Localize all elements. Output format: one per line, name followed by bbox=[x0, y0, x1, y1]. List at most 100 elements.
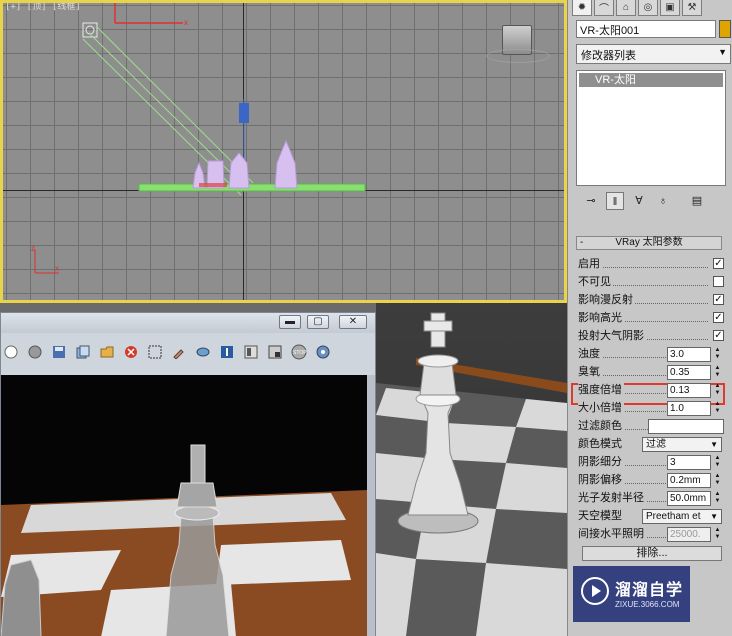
make-unique-icon[interactable]: ∀ bbox=[630, 192, 648, 210]
sky-model-dropdown[interactable]: Preetham et ▼ bbox=[642, 509, 722, 524]
rollout-header[interactable]: - VRay 太阳参数 bbox=[576, 236, 722, 250]
circle-white-icon[interactable] bbox=[1, 342, 21, 362]
render-window-scrollbar[interactable] bbox=[367, 375, 375, 636]
param-label: 影响漫反射 bbox=[578, 292, 635, 308]
invisible-checkbox[interactable] bbox=[713, 276, 724, 287]
show-end-result-icon[interactable]: ‖ bbox=[606, 192, 624, 210]
stop-icon[interactable]: STOP bbox=[289, 342, 309, 362]
pin-stack-icon[interactable]: ⊸ bbox=[582, 192, 600, 210]
history-icon[interactable] bbox=[265, 342, 285, 362]
tab-utilities-icon[interactable]: ⚒ bbox=[682, 0, 702, 16]
close-button[interactable]: ✕ bbox=[339, 315, 367, 329]
param-label: 天空模型 bbox=[578, 508, 624, 524]
shadow-bias-spinner[interactable]: 0.2mm bbox=[667, 473, 711, 488]
modifier-stack[interactable]: VR-太阳 bbox=[576, 70, 726, 186]
ground-plane[interactable] bbox=[138, 183, 366, 192]
spinner-arrows-icon[interactable]: ▲ ▼ bbox=[713, 473, 722, 488]
param-label: 强度倍增 bbox=[578, 382, 624, 398]
perspective-viewport[interactable] bbox=[376, 303, 567, 636]
param-row: 启用 ✓ bbox=[576, 256, 728, 274]
rendered-image bbox=[1, 375, 367, 636]
spinner-arrows-icon[interactable]: ▲ ▼ bbox=[713, 491, 722, 506]
play-logo-icon bbox=[581, 577, 609, 605]
stack-tools: ⊸ ‖ ∀ ♁ ▤ bbox=[576, 190, 731, 212]
tab-create-icon[interactable]: ✹ bbox=[572, 0, 592, 16]
sun-light-icon[interactable] bbox=[82, 22, 98, 38]
exclude-button[interactable]: 排除... bbox=[582, 546, 722, 561]
cast-atmospheric-shadows-checkbox[interactable]: ✓ bbox=[713, 330, 724, 341]
photon-radius-spinner[interactable]: 50.0mm bbox=[667, 491, 711, 506]
stop-red-icon[interactable] bbox=[121, 342, 141, 362]
spinner-arrows-icon[interactable]: ▲ ▼ bbox=[713, 365, 722, 380]
param-label: 过滤颜色 bbox=[578, 418, 624, 434]
size-multiplier-spinner[interactable]: 1.0 bbox=[667, 401, 711, 416]
world-axis-icon: z x bbox=[31, 244, 59, 274]
svg-text:x: x bbox=[184, 18, 188, 27]
param-label: 影响高光 bbox=[578, 310, 624, 326]
rollout-title: VRay 太阳参数 bbox=[615, 237, 683, 248]
tab-hierarchy-icon[interactable]: ⌂ bbox=[616, 0, 636, 16]
shadow-subdivs-spinner[interactable]: 3 bbox=[667, 455, 711, 470]
picker-icon[interactable] bbox=[169, 342, 189, 362]
render-window-titlebar[interactable]: ▬ ▢ ✕ bbox=[1, 313, 375, 333]
param-label: 光子发射半径 bbox=[578, 490, 646, 506]
param-label: 颜色模式 bbox=[578, 436, 624, 452]
watermark-subtitle: ZIXUE.3066.COM bbox=[615, 600, 680, 609]
param-row: 颜色模式 过滤 ▼ bbox=[576, 436, 728, 454]
spinner-arrows-icon[interactable]: ▲ ▼ bbox=[713, 527, 722, 542]
minimize-button[interactable]: ▬ bbox=[279, 315, 301, 329]
spinner-arrows-icon[interactable]: ▲ ▼ bbox=[713, 383, 722, 398]
save-icon[interactable] bbox=[49, 342, 69, 362]
viewcube-ring[interactable] bbox=[486, 49, 550, 63]
modifier-list-dropdown[interactable]: 修改器列表 ▼ bbox=[576, 44, 731, 64]
spinner-arrows-icon[interactable]: ▲ ▼ bbox=[713, 401, 722, 416]
turbidity-spinner[interactable]: 3.0 bbox=[667, 347, 711, 362]
command-panel: ✹ ⌒ ⌂ ◎ ▣ ⚒ VR-太阳001 修改器列表 ▼ VR-太阳 ⊸ ‖ ∀… bbox=[567, 0, 732, 636]
spinner-arrows-icon[interactable]: ▲ ▼ bbox=[713, 347, 722, 362]
affect-specular-checkbox[interactable]: ✓ bbox=[713, 312, 724, 323]
maximize-button[interactable]: ▢ bbox=[307, 315, 329, 329]
stack-item[interactable]: VR-太阳 bbox=[579, 73, 723, 87]
spinner-arrows-icon[interactable]: ▲ ▼ bbox=[713, 455, 722, 470]
color-mode-dropdown[interactable]: 过滤 ▼ bbox=[642, 437, 722, 452]
compare-icon[interactable] bbox=[217, 342, 237, 362]
object-name-field[interactable]: VR-太阳001 bbox=[576, 20, 716, 38]
intensity-multiplier-spinner[interactable]: 0.13 bbox=[667, 383, 711, 398]
param-row: 间接水平照明 25000. ▲ ▼ bbox=[576, 526, 728, 544]
affect-diffuse-checkbox[interactable]: ✓ bbox=[713, 294, 724, 305]
param-label: 投射大气阴影 bbox=[578, 328, 646, 344]
tab-motion-icon[interactable]: ◎ bbox=[638, 0, 658, 16]
render-frame-window[interactable]: ▬ ▢ ✕ STOP bbox=[0, 312, 376, 636]
indirect-horiz-illum-spinner[interactable]: 25000. bbox=[667, 527, 711, 542]
watermark: 溜溜自学 ZIXUE.3066.COM bbox=[573, 566, 690, 622]
object-color-swatch[interactable] bbox=[719, 20, 731, 38]
remove-modifier-icon[interactable]: ♁ bbox=[654, 192, 672, 210]
param-row: 光子发射半径 50.0mm ▲ ▼ bbox=[576, 490, 728, 508]
param-label: 不可见 bbox=[578, 274, 613, 290]
top-viewport[interactable]: [+] [顶] [线框] x z x bbox=[0, 0, 567, 303]
configure-sets-icon[interactable]: ▤ bbox=[688, 192, 706, 210]
param-row: 影响漫反射 ✓ bbox=[576, 292, 728, 310]
ozone-spinner[interactable]: 0.35 bbox=[667, 365, 711, 380]
folder-icon[interactable] bbox=[97, 342, 117, 362]
tab-display-icon[interactable]: ▣ bbox=[660, 0, 680, 16]
param-row: 阴影偏移 0.2mm ▲ ▼ bbox=[576, 472, 728, 490]
sun-beam bbox=[82, 26, 254, 196]
tab-modify-icon[interactable]: ⌒ bbox=[594, 0, 614, 16]
transform-gizmo[interactable]: x bbox=[114, 3, 188, 27]
channels-icon[interactable] bbox=[241, 342, 261, 362]
region-icon[interactable] bbox=[145, 342, 165, 362]
svg-text:x: x bbox=[55, 264, 59, 273]
lens-icon[interactable] bbox=[193, 342, 213, 362]
render-window-toolbar: STOP bbox=[1, 339, 375, 365]
circle-gray-icon[interactable] bbox=[25, 342, 45, 362]
param-row: 浊度 3.0 ▲ ▼ bbox=[576, 346, 728, 364]
chess-pieces-silhouettes[interactable] bbox=[192, 139, 298, 189]
dropdown-value: 过滤 bbox=[646, 439, 666, 450]
enabled-checkbox[interactable]: ✓ bbox=[713, 258, 724, 269]
settings-icon[interactable] bbox=[313, 342, 333, 362]
copy-icon[interactable] bbox=[73, 342, 93, 362]
param-row: 过滤颜色 bbox=[576, 418, 728, 436]
filter-color-swatch[interactable] bbox=[648, 419, 724, 434]
perspective-scene bbox=[376, 312, 567, 636]
